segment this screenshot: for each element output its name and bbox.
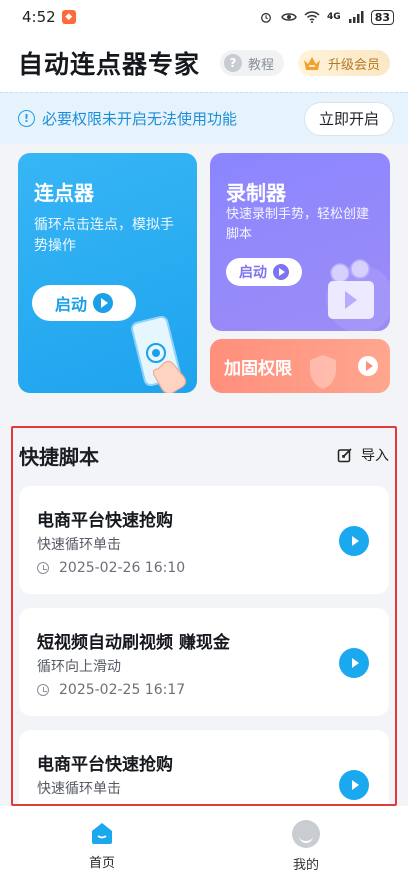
script-name: 电商平台快速抢购: [37, 511, 173, 531]
home-icon: [92, 823, 112, 844]
status-right: 4G 83: [258, 9, 394, 25]
play-icon: [273, 264, 289, 280]
reinforce-title: 加固权限: [224, 358, 292, 379]
alarm-icon: [261, 12, 271, 23]
question-icon: ?: [223, 54, 242, 72]
script-time-text: 2025-02-26 16:10: [59, 560, 186, 576]
quick-scripts-title: 快捷脚本: [19, 444, 99, 469]
recorder-start-label: 启动: [239, 265, 267, 281]
recorder-card[interactable]: 录制器 快速录制手势，轻松创建脚本 启动: [210, 153, 390, 331]
quick-scripts-panel: 快捷脚本 导入 电商平台快速抢购 快速循环单击 2025-02-26 16:10…: [11, 426, 397, 806]
video-camera-illustration: [326, 259, 390, 331]
clock-icon: [37, 684, 49, 696]
play-icon[interactable]: [358, 356, 378, 376]
script-mode: 快速循环单击: [37, 537, 121, 553]
battery-level: 83: [370, 9, 394, 25]
vip-label: 升级会员: [327, 57, 380, 73]
run-script-button[interactable]: [339, 648, 369, 678]
script-item[interactable]: 电商平台快速抢购 快速循环单击: [19, 730, 389, 804]
clock-icon: [37, 562, 49, 574]
app-header: 自动连点器专家 ? 教程 升级会员: [0, 34, 408, 92]
status-bar: 4:52 ◆ 4G 83: [0, 0, 408, 34]
script-item[interactable]: 短视频自动刷视频 赚现金 循环向上滑动 2025-02-25 16:17: [19, 608, 389, 716]
play-icon: [93, 293, 113, 313]
wifi-icon: [304, 11, 320, 23]
notice-text: 必要权限未开启无法使用功能: [42, 110, 238, 128]
tab-mine[interactable]: 我的: [204, 806, 408, 881]
tab-home-label: 首页: [88, 856, 115, 871]
phone-tap-illustration: [131, 315, 187, 393]
clicker-title: 连点器: [34, 181, 94, 205]
profile-icon: [292, 820, 320, 848]
script-mode: 循环向上滑动: [37, 659, 121, 675]
tutorial-label: 教程: [247, 57, 274, 73]
shield-icon: [310, 355, 336, 389]
script-time-text: 2025-02-25 16:17: [59, 682, 186, 698]
tab-home[interactable]: 首页: [0, 806, 204, 881]
clicker-start-button[interactable]: 启动: [32, 285, 136, 321]
import-button[interactable]: 导入: [337, 445, 389, 465]
tab-mine-label: 我的: [292, 858, 319, 873]
signal-icon: [348, 11, 364, 23]
script-time: 2025-02-25 16:17: [37, 682, 185, 698]
run-script-button[interactable]: [339, 770, 369, 800]
vip-upgrade-button[interactable]: 升级会员: [297, 50, 390, 76]
reinforce-permission-card[interactable]: 加固权限: [210, 339, 390, 393]
recorder-desc: 快速录制手势，轻松创建脚本: [226, 207, 370, 242]
run-script-button[interactable]: [339, 526, 369, 556]
info-icon: !: [18, 110, 35, 127]
crown-icon: [303, 57, 320, 70]
status-left: 4:52 ◆: [22, 8, 76, 26]
script-time: 2025-02-26 16:10: [37, 560, 185, 576]
script-mode: 快速循环单击: [37, 781, 121, 797]
script-item[interactable]: 电商平台快速抢购 快速循环单击 2025-02-26 16:10: [19, 486, 389, 594]
tutorial-button[interactable]: ? 教程: [219, 50, 284, 76]
recorder-start-button[interactable]: 启动: [226, 258, 302, 286]
status-time: 4:52: [22, 8, 56, 26]
quick-scripts-header: 快捷脚本 导入: [19, 440, 389, 470]
import-icon: [337, 448, 352, 463]
network-type: 4G: [327, 12, 341, 22]
notification-app-icon: ◆: [61, 10, 76, 24]
header-actions: ? 教程 升级会员: [219, 50, 390, 76]
bottom-tab-bar: 首页 我的: [0, 806, 408, 881]
clicker-desc: 循环点击连点，模拟手势操作: [34, 217, 174, 254]
clicker-start-label: 启动: [54, 295, 87, 314]
import-label: 导入: [361, 448, 389, 464]
script-name: 短视频自动刷视频 赚现金: [37, 633, 230, 653]
clicker-card[interactable]: 连点器 循环点击连点，模拟手势操作 启动: [18, 153, 197, 393]
script-name: 电商平台快速抢购: [37, 755, 173, 775]
eye-icon: [281, 13, 297, 21]
permission-notice: ! 必要权限未开启无法使用功能 立即开启: [0, 92, 408, 144]
enable-permission-button[interactable]: 立即开启: [303, 101, 394, 136]
recorder-title: 录制器: [226, 181, 286, 205]
app-title: 自动连点器专家: [18, 50, 201, 79]
